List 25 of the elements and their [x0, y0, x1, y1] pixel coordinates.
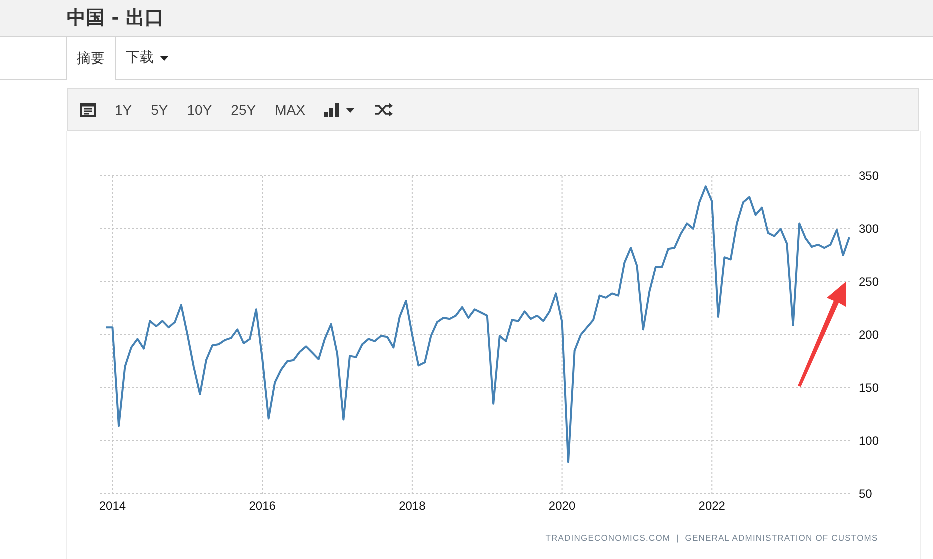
x-axis-label: 2014 — [99, 499, 126, 513]
x-axis-label: 2016 — [249, 499, 276, 513]
list-icon — [80, 102, 96, 116]
tab[interactable]: 摘要 — [66, 37, 116, 80]
tab[interactable]: 下载 — [116, 37, 179, 79]
y-axis-label: 150 — [859, 381, 880, 395]
y-axis-label: 50 — [859, 487, 872, 501]
shuffle-icon — [375, 102, 394, 116]
source-credit: TRADINGECONOMICS.COM | GENERAL ADMINISTRATION OF CUSTOMS — [546, 533, 878, 543]
y-axis-label: 250 — [859, 275, 880, 289]
range-button[interactable]: 10Y — [179, 98, 220, 122]
page-title: 中国 - 出口 — [67, 6, 164, 31]
range-button[interactable]: MAX — [267, 98, 314, 122]
x-axis-label: 2020 — [548, 499, 576, 513]
y-axis-label: 350 — [859, 169, 880, 183]
bar-chart-icon — [324, 102, 356, 116]
x-axis-label: 2018 — [399, 499, 426, 513]
x-axis-label: 2022 — [698, 499, 726, 513]
range-button[interactable]: 25Y — [223, 98, 264, 122]
y-axis-label: 200 — [859, 328, 880, 342]
caret-icon — [160, 56, 169, 60]
y-axis-label: 300 — [859, 222, 880, 236]
y-axis-label: 100 — [859, 434, 880, 448]
range-button[interactable]: 5Y — [143, 98, 176, 122]
range-button[interactable]: 1Y — [107, 98, 140, 122]
